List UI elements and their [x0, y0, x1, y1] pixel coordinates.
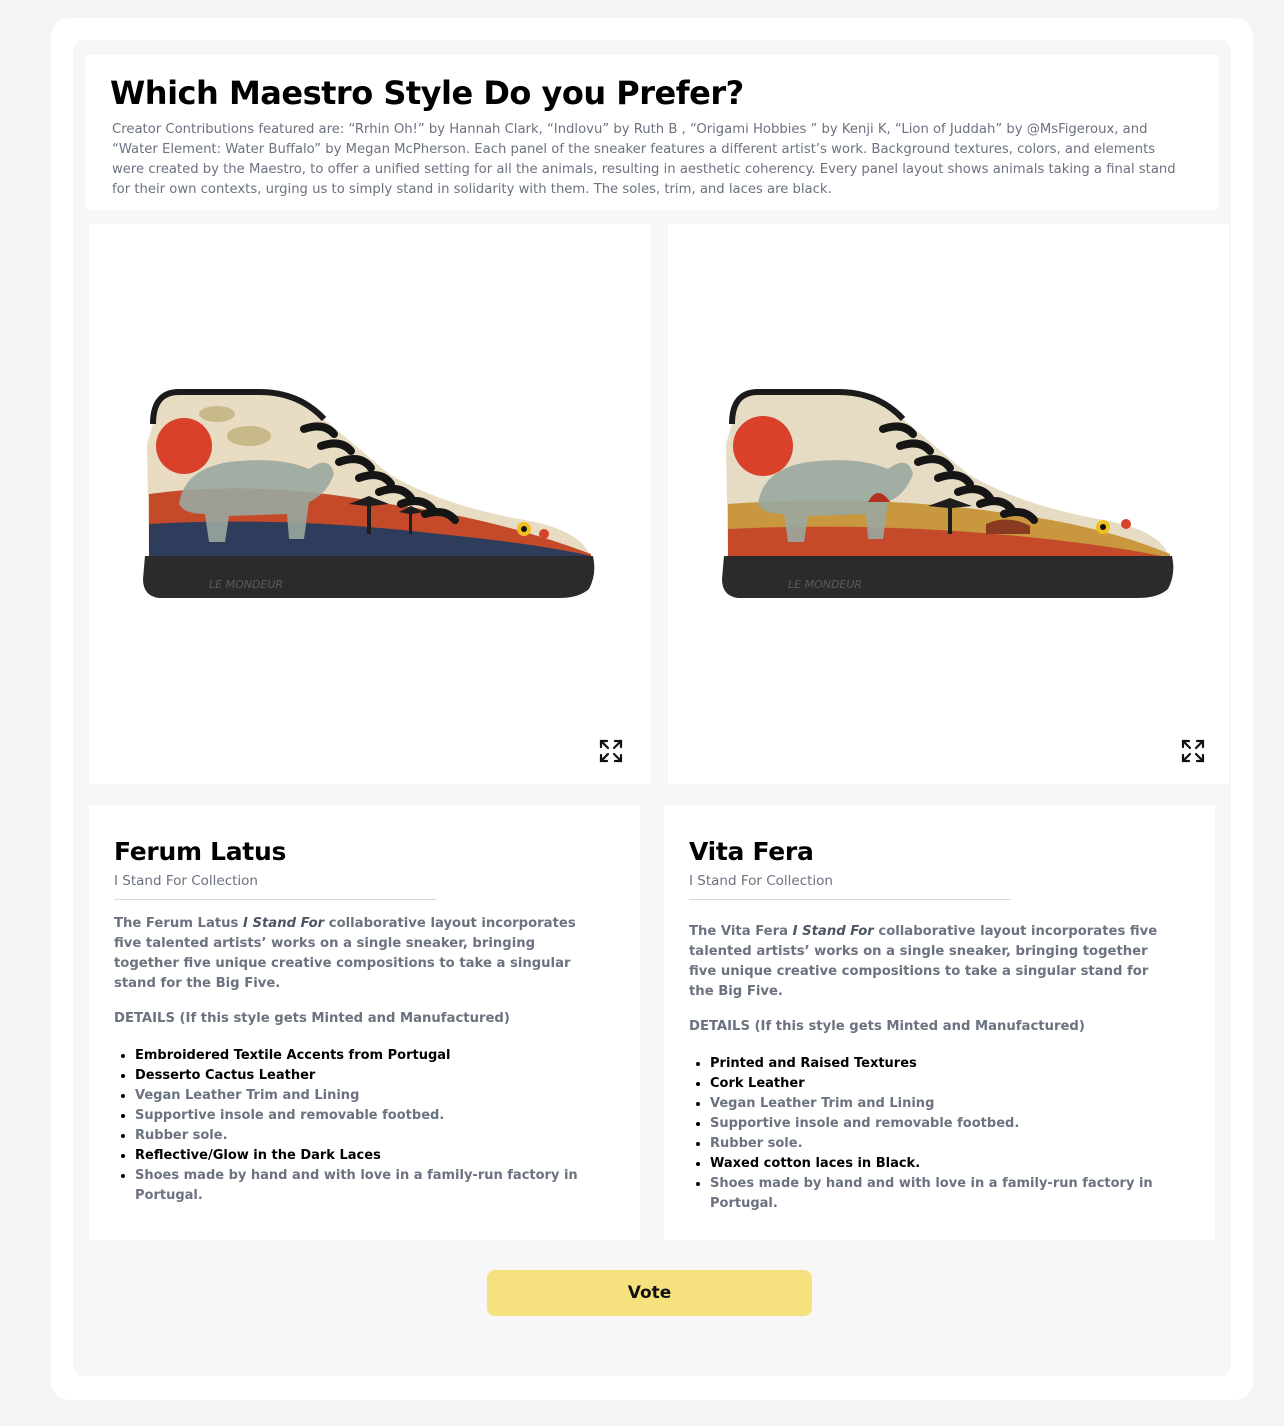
list-item: Vegan Leather Trim and Lining: [135, 1086, 605, 1106]
feature-list: Embroidered Textile Accents from Portuga…: [135, 1046, 605, 1206]
list-item: Vegan Leather Trim and Lining: [710, 1094, 1180, 1114]
option-card-vita-fera[interactable]: Vita Fera I Stand For Collection The Vit…: [664, 805, 1215, 1240]
creator-description: Creator Contributions featured are: “Rrh…: [112, 122, 1176, 197]
brand-mark: LE MONDEUR: [788, 578, 862, 591]
expand-icon[interactable]: [1180, 738, 1206, 764]
list-item: Shoes made by hand and with love in a fa…: [135, 1166, 605, 1206]
list-item: Rubber sole.: [710, 1134, 1180, 1154]
option-card-ferum-latus[interactable]: Ferum Latus I Stand For Collection The F…: [89, 805, 640, 1240]
sneaker-image-panel-ferum-latus[interactable]: LE MONDEUR: [89, 224, 650, 784]
list-item: Printed and Raised Textures: [710, 1054, 1180, 1074]
collection-label: I Stand For Collection: [689, 873, 833, 889]
list-item: Rubber sole.: [135, 1126, 605, 1146]
details-heading: DETAILS (If this style gets Minted and M…: [689, 1019, 1085, 1034]
vote-button[interactable]: Vote: [487, 1270, 812, 1316]
list-item: Waxed cotton laces in Black.: [710, 1154, 1180, 1174]
page-title: Which Maestro Style Do you Prefer?: [110, 74, 744, 112]
feature-list: Printed and Raised Textures Cork Leather…: [710, 1054, 1180, 1214]
list-item: Embroidered Textile Accents from Portuga…: [135, 1046, 605, 1066]
option-title: Ferum Latus: [114, 837, 287, 866]
sneaker-image-panel-vita-fera[interactable]: LE MONDEUR: [668, 224, 1229, 784]
list-item: Supportive insole and removable footbed.: [135, 1106, 605, 1126]
list-item: Cork Leather: [710, 1074, 1180, 1094]
sneaker-image: LE MONDEUR: [143, 389, 595, 598]
divider: [689, 899, 1011, 900]
details-heading: DETAILS (If this style gets Minted and M…: [114, 1011, 510, 1026]
expand-icon[interactable]: [598, 738, 624, 764]
option-description: The Vita Fera I Stand For collaborative …: [689, 924, 1158, 999]
list-item: Supportive insole and removable footbed.: [710, 1114, 1180, 1134]
divider: [114, 899, 436, 900]
list-item: Reflective/Glow in the Dark Laces: [135, 1146, 605, 1166]
sneaker-image: LE MONDEUR: [722, 389, 1174, 598]
collection-label: I Stand For Collection: [114, 873, 258, 889]
list-item: Shoes made by hand and with love in a fa…: [710, 1174, 1180, 1214]
list-item: Desserto Cactus Leather: [135, 1066, 605, 1086]
option-description: The Ferum Latus I Stand For collaborativ…: [114, 916, 576, 991]
option-title: Vita Fera: [689, 837, 814, 866]
brand-mark: LE MONDEUR: [209, 578, 283, 591]
